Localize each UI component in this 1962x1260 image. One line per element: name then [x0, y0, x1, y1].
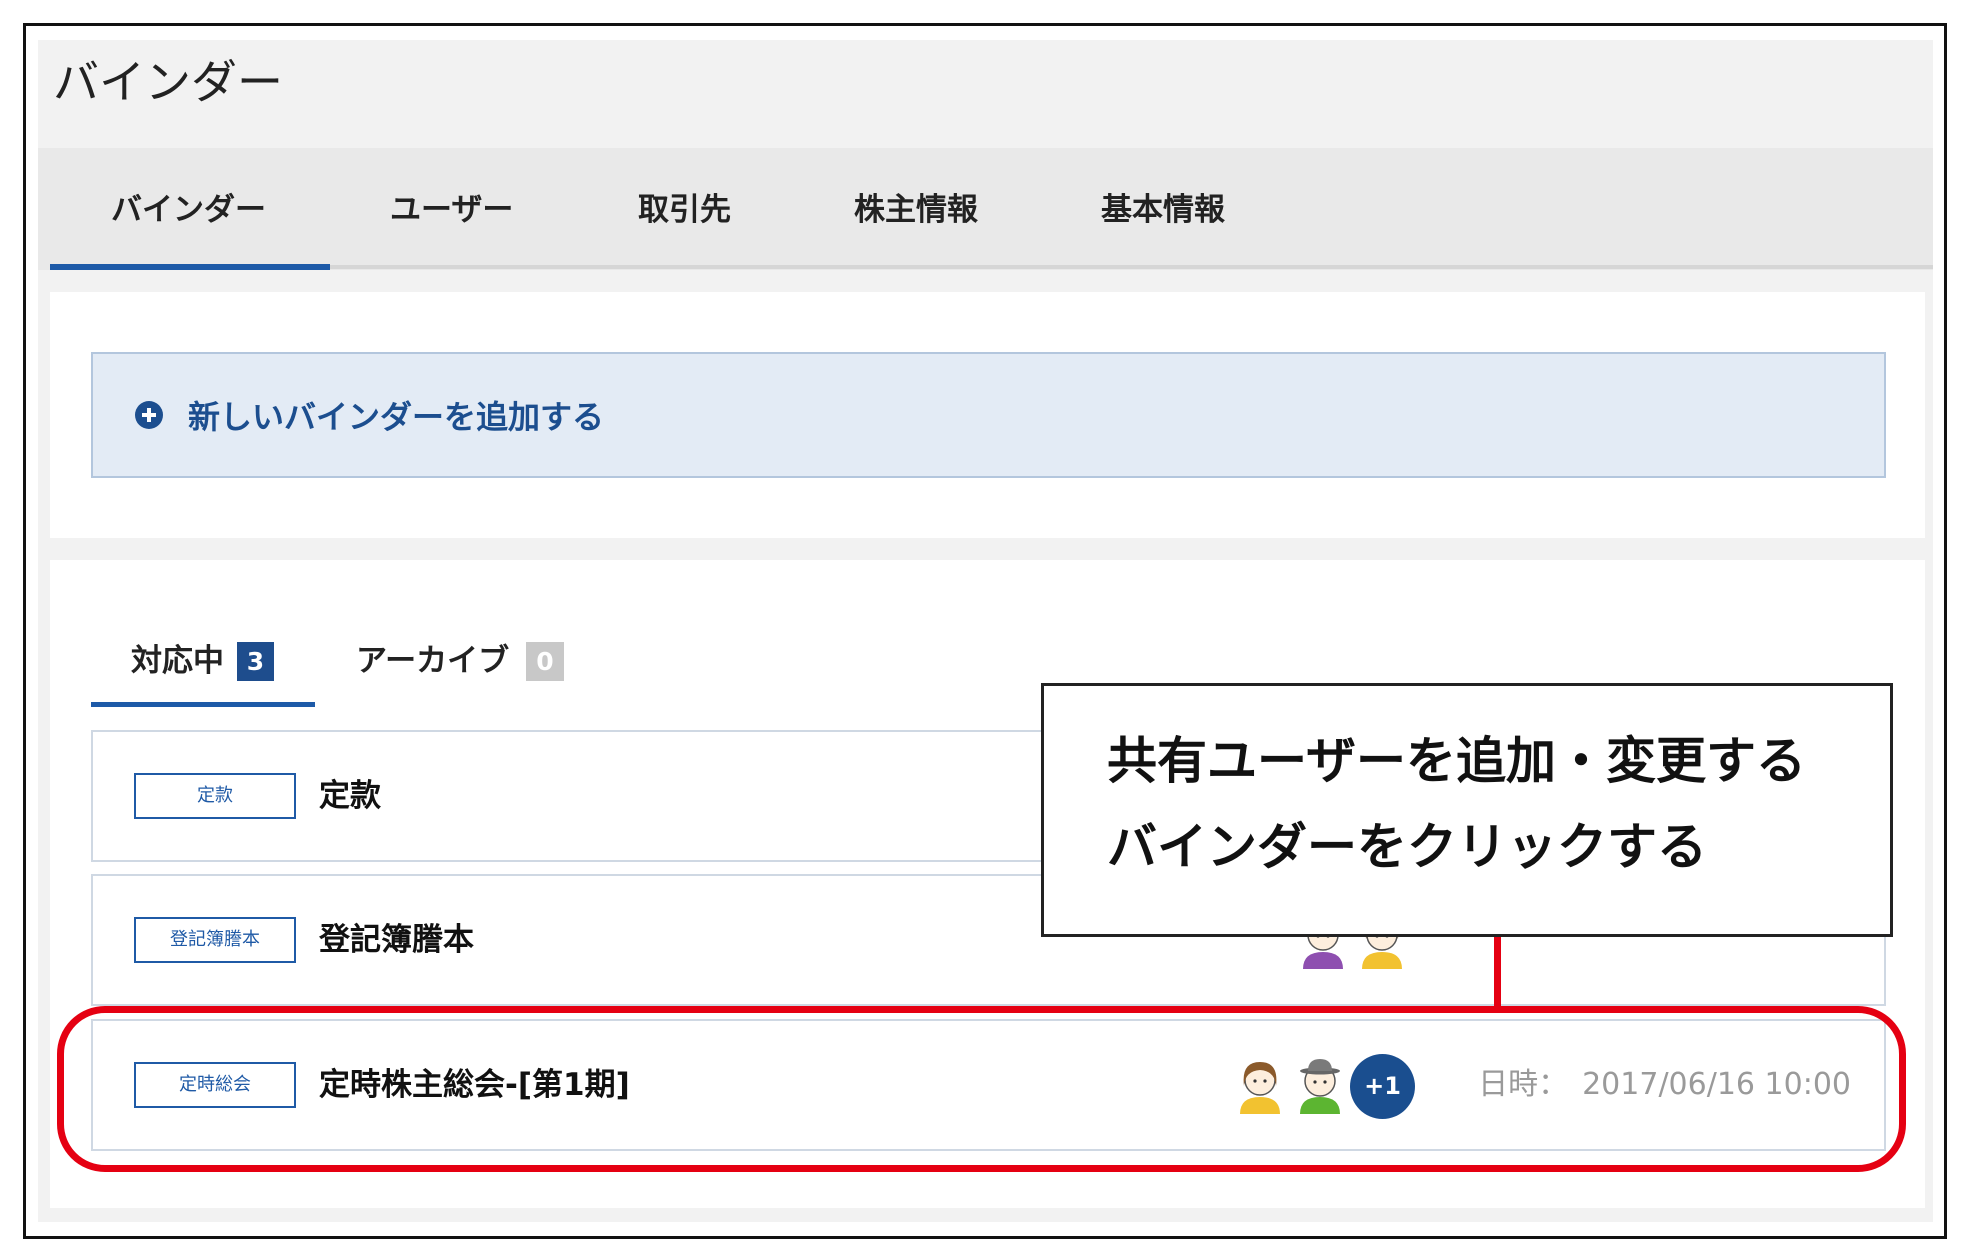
- active-subtab-indicator: [91, 702, 315, 707]
- tab-archive[interactable]: アーカイブ: [356, 641, 509, 681]
- binder-title: 定款: [319, 778, 381, 814]
- tab-binders[interactable]: バインダー: [111, 190, 266, 230]
- main-nav: [38, 148, 1933, 270]
- tab-clients[interactable]: 取引先: [638, 190, 731, 230]
- in-progress-count-badge: 3: [237, 642, 274, 681]
- plus-circle-icon: [135, 401, 163, 429]
- binder-date: 日時： 2017/06/16 10:00: [1478, 1065, 1851, 1105]
- tab-shareholders[interactable]: 株主情報: [854, 190, 978, 230]
- tab-in-progress[interactable]: 対応中: [131, 641, 224, 681]
- man-with-hat-avatar-icon: [1300, 1059, 1340, 1114]
- callout-line: バインダーをクリックする: [1107, 818, 1707, 876]
- woman-avatar-icon: [1240, 1062, 1280, 1114]
- binder-tag: 定時総会: [134, 1062, 296, 1108]
- binder-tag: 登記簿謄本: [134, 917, 296, 963]
- page-title: バインダー: [53, 55, 283, 109]
- add-binder-label: 新しいバインダーを追加する: [188, 398, 605, 436]
- binder-title: 定時株主総会-[第1期]: [319, 1067, 630, 1103]
- main-nav-divider: [50, 265, 1933, 269]
- more-users-badge: +1: [1350, 1054, 1415, 1119]
- binder-row[interactable]: 定時総会 定時株主総会-[第1期] +1 日時： 2017/06/16 10:00: [91, 1019, 1886, 1151]
- binder-title: 登記簿謄本: [319, 922, 474, 958]
- tab-basic-info[interactable]: 基本情報: [1101, 190, 1225, 230]
- binder-tag: 定款: [134, 773, 296, 819]
- tab-users[interactable]: ユーザー: [390, 190, 513, 230]
- callout-line: 共有ユーザーを追加・変更する: [1107, 732, 1806, 790]
- date-label: 日時：: [1478, 1067, 1569, 1102]
- date-value: 2017/06/16 10:00: [1582, 1067, 1851, 1102]
- add-binder-button[interactable]: 新しいバインダーを追加する: [91, 352, 1886, 478]
- callout-connector-line: [1494, 937, 1501, 1011]
- instruction-callout: 共有ユーザーを追加・変更する バインダーをクリックする: [1041, 683, 1893, 937]
- archive-count-badge: 0: [526, 642, 564, 681]
- active-tab-indicator: [50, 264, 330, 270]
